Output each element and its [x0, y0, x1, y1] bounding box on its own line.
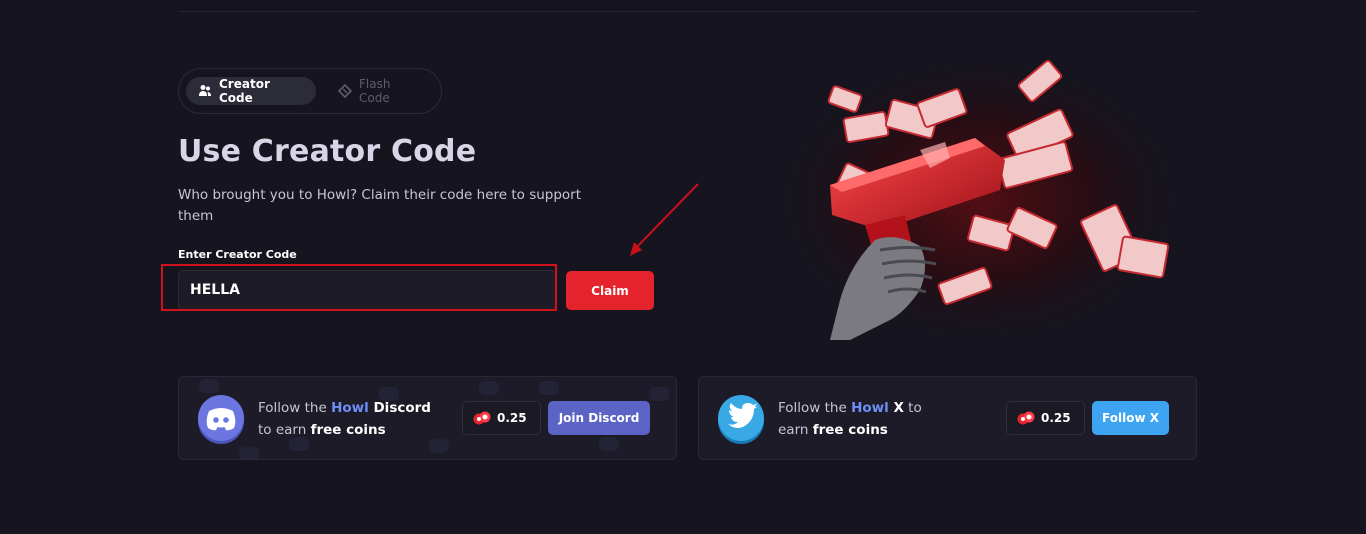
- x-line1-after: to: [903, 400, 922, 416]
- x-line2-bold: free coins: [812, 422, 888, 438]
- tab-creator-code[interactable]: Creator Code: [186, 77, 317, 105]
- coin-stack-icon: [1017, 411, 1035, 425]
- follow-x-button[interactable]: Follow X: [1092, 401, 1169, 435]
- discord-icon: [198, 395, 244, 444]
- twitter-bird-icon: [718, 395, 764, 444]
- page-title: Use Creator Code: [178, 134, 477, 169]
- discord-reward-badge: 0.25: [462, 401, 541, 435]
- discord-line2-prefix: to earn: [258, 422, 311, 438]
- x-reward-amount: 0.25: [1041, 411, 1071, 425]
- top-divider: [178, 11, 1197, 12]
- tab-flash-code-label: Flash Code: [359, 77, 391, 105]
- code-type-tabs: Creator Code Flash Code: [178, 68, 442, 114]
- annotation-arrow: [630, 183, 699, 256]
- discord-reward-amount: 0.25: [497, 411, 527, 425]
- x-brand-name: Howl: [851, 400, 889, 416]
- discord-card-text: Follow the Howl Discord to earn free coi…: [258, 397, 431, 441]
- x-line2-prefix: earn: [778, 422, 813, 438]
- discord-follow-card: Follow the Howl Discord to earn free coi…: [178, 376, 677, 460]
- money-gun-illustration: [770, 50, 1190, 340]
- tab-creator-code-label: Creator Code: [219, 77, 270, 105]
- page-subtitle: Who brought you to Howl? Claim their cod…: [178, 187, 582, 224]
- claim-button[interactable]: Claim: [566, 271, 654, 310]
- x-follow-card: Follow the Howl X to earn free coins 0.2…: [698, 376, 1197, 460]
- user-group-icon: [198, 84, 212, 98]
- join-discord-button[interactable]: Join Discord: [548, 401, 650, 435]
- creator-code-label: Enter Creator Code: [178, 248, 297, 261]
- discord-brand-name: Howl: [331, 400, 369, 416]
- x-line1-suffix: X: [888, 400, 904, 416]
- discord-line1-prefix: Follow the: [258, 400, 332, 416]
- creator-code-input[interactable]: [178, 270, 556, 310]
- tab-flash-code[interactable]: Flash Code: [326, 77, 434, 105]
- coin-stack-icon: [473, 411, 491, 425]
- x-reward-badge: 0.25: [1006, 401, 1085, 435]
- x-line1-prefix: Follow the: [778, 400, 852, 416]
- x-card-text: Follow the Howl X to earn free coins: [778, 397, 922, 441]
- discord-line2-bold: free coins: [310, 422, 386, 438]
- ticket-icon: [338, 84, 353, 98]
- discord-line1-suffix: Discord: [368, 400, 431, 416]
